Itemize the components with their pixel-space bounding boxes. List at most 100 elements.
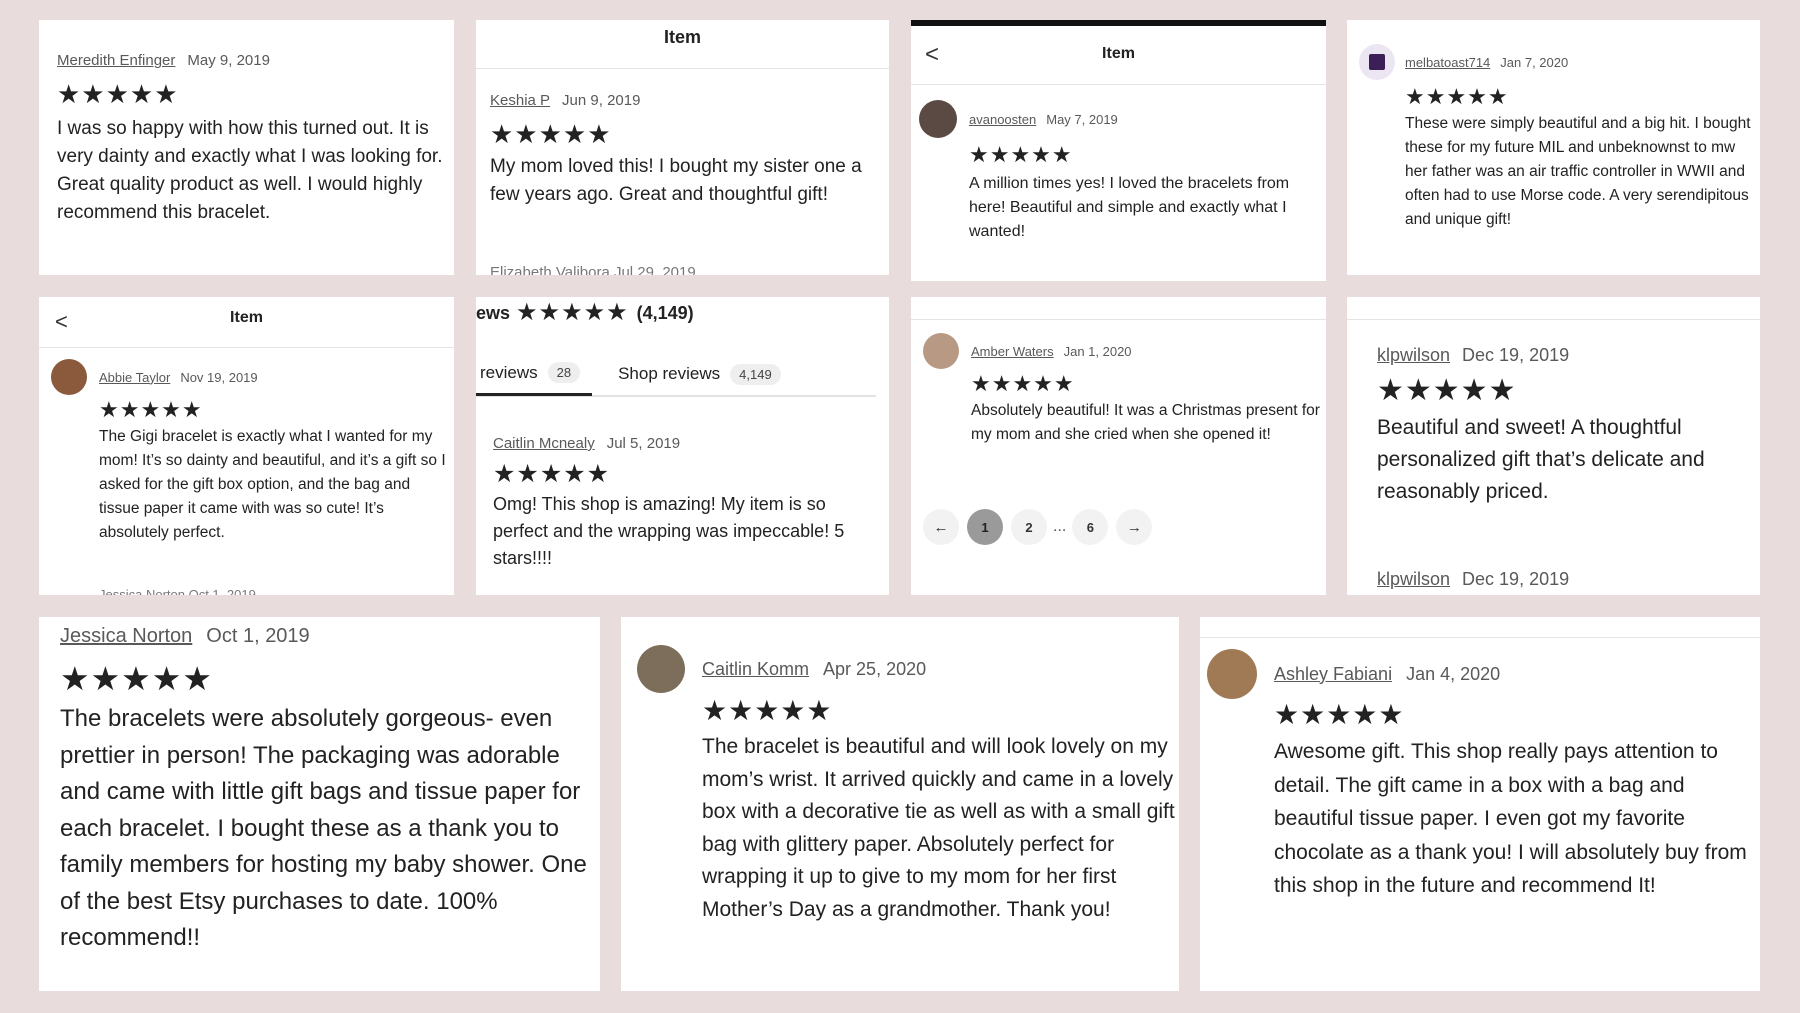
reviewer-name[interactable]: Amber Waters — [971, 344, 1054, 359]
tab-item-reviews[interactable]: reviews 28 — [476, 353, 593, 396]
star-rating: ★★★★★ — [1274, 699, 1405, 730]
review-date: Oct 1, 2019 — [206, 625, 310, 647]
review-date: Jan 7, 2020 — [1500, 54, 1569, 70]
review-text: A million times yes! I loved the bracele… — [969, 175, 1290, 240]
review-card-1: Meredith Enfinger May 9, 2019 ★★★★★ I wa… — [39, 20, 454, 275]
review-meta: Jessica Norton Oct 1, 2019 — [60, 625, 595, 648]
arrow-right-icon[interactable]: → — [1116, 509, 1153, 545]
review-meta: Amber Waters Jan 1, 2020 — [923, 333, 1323, 369]
star-rating: ★★★★★ — [60, 660, 213, 697]
star-rating: ★★★★★ — [516, 299, 629, 326]
review-date: Jun 9, 2019 — [562, 92, 641, 109]
page-button-2[interactable]: 2 — [1011, 509, 1047, 545]
reviewer-name[interactable]: Meredith Enfinger — [57, 52, 175, 69]
reviewer-name[interactable]: Caitlin Mcnealy — [493, 435, 595, 452]
page-title: Item — [230, 309, 263, 326]
avatar — [919, 100, 957, 138]
shopping-bag-icon — [1369, 54, 1385, 70]
page-ellipsis: ... — [1053, 518, 1067, 535]
review-text: The bracelet is beautiful and will look … — [702, 735, 1175, 921]
star-rating: ★★★★★ — [490, 119, 612, 149]
review-text: The Gigi bracelet is exactly what I want… — [99, 428, 446, 541]
page-button-6[interactable]: 6 — [1072, 509, 1109, 545]
star-rating: ★★★★★ — [971, 371, 1075, 396]
review-card-5: < Item Abbie Taylor Nov 19, 2019 ★★★★★ T… — [39, 297, 454, 595]
review-meta: Caitlin Komm Apr 25, 2020 — [637, 645, 1177, 693]
review-text: Beautiful and sweet! A thoughtful person… — [1377, 416, 1705, 503]
review-card-8: klpwilson Dec 19, 2019 ★★★★★ Beautiful a… — [1347, 297, 1760, 595]
review-card-11: Ashley Fabiani Jan 4, 2020 ★★★★★ Awesome… — [1200, 617, 1760, 991]
tab-shop-reviews[interactable]: Shop reviews 4,149 — [618, 354, 781, 394]
review-text: I was so happy with how this turned out.… — [57, 118, 443, 223]
star-rating: ★★★★★ — [702, 695, 833, 726]
page-header: < Item — [911, 26, 1326, 85]
review-text: My mom loved this! I bought my sister on… — [490, 156, 862, 205]
review-text: Absolutely beautiful! It was a Christmas… — [971, 402, 1320, 443]
page-header — [1200, 617, 1760, 638]
review-date: Dec 19, 2019 — [1462, 345, 1570, 365]
star-rating: ★★★★★ — [57, 79, 179, 109]
page-title: Item — [663, 27, 701, 47]
review-meta: avanoosten May 7, 2019 — [919, 100, 1319, 138]
tab-count: 4,149 — [730, 363, 781, 385]
review-meta: Caitlin Mcnealy Jul 5, 2019 — [493, 435, 883, 452]
avatar — [1207, 649, 1257, 699]
review-card-9: Jessica Norton Oct 1, 2019 ★★★★★ The bra… — [39, 617, 600, 991]
reviewer-name[interactable]: Abbie Taylor — [99, 370, 170, 385]
page-header: Item — [476, 20, 889, 69]
reviewer-name[interactable]: klpwilson — [1377, 569, 1450, 590]
review-date: May 9, 2019 — [187, 52, 270, 69]
review-card-7: Amber Waters Jan 1, 2020 ★★★★★ Absolutel… — [911, 297, 1326, 595]
chevron-left-icon[interactable]: < — [925, 27, 939, 83]
review-date: Nov 19, 2019 — [180, 369, 258, 385]
reviewer-name[interactable]: melbatoast714 — [1405, 55, 1490, 70]
reviewer-name[interactable]: Ashley Fabiani — [1274, 664, 1392, 685]
reviewer-name[interactable]: Caitlin Komm — [702, 659, 809, 680]
review-text: Omg! This shop is amazing! My item is so… — [493, 494, 845, 568]
reviewer-name[interactable]: avanoosten — [969, 112, 1036, 127]
review-meta: Abbie Taylor Nov 19, 2019 — [51, 359, 451, 395]
chevron-left-icon[interactable]: < — [55, 301, 68, 343]
review-card-10: Caitlin Komm Apr 25, 2020 ★★★★★ The brac… — [621, 617, 1179, 991]
page-header — [1347, 297, 1760, 320]
page-header — [911, 297, 1326, 320]
next-review-peek: klpwilson Dec 19, 2019 — [1377, 569, 1569, 590]
summary-count: (4,149) — [636, 302, 694, 323]
arrow-left-icon[interactable]: ← — [923, 509, 959, 545]
page-button-1[interactable]: 1 — [967, 509, 1003, 545]
avatar — [51, 359, 87, 395]
review-date: Jan 4, 2020 — [1406, 663, 1501, 684]
review-meta: Ashley Fabiani Jan 4, 2020 — [1207, 649, 1757, 699]
summary-label: ews — [476, 302, 511, 323]
tab-count: 28 — [547, 362, 581, 383]
avatar — [923, 333, 959, 369]
review-meta: Meredith Enfinger May 9, 2019 — [57, 52, 452, 69]
review-card-3: < Item avanoosten May 7, 2019 ★★★★★ A mi… — [911, 20, 1326, 281]
review-card-2: Item Keshia P Jun 9, 2019 ★★★★★ My mom l… — [476, 20, 889, 275]
review-text: These were simply beautiful and a big hi… — [1405, 115, 1751, 228]
review-date: Jan 1, 2020 — [1063, 343, 1132, 359]
review-meta: Keshia P Jun 9, 2019 — [490, 92, 889, 109]
review-card-6: ews ★★★★★ (4,149) reviews 28 Shop review… — [476, 297, 889, 595]
star-rating: ★★★★★ — [969, 142, 1073, 167]
star-rating: ★★★★★ — [99, 397, 203, 422]
review-text: The bracelets were absolutely gorgeous- … — [60, 705, 587, 951]
reviewer-name[interactable]: Jessica Norton — [60, 625, 192, 648]
review-date: Jul 5, 2019 — [606, 435, 681, 452]
review-card-4: melbatoast714 Jan 7, 2020 ★★★★★ These we… — [1347, 20, 1760, 275]
star-rating: ★★★★★ — [1405, 84, 1509, 109]
reviewer-name[interactable]: Keshia P — [490, 92, 550, 109]
next-review-peek: Jessica Norton Oct 1, 2019 — [99, 587, 256, 595]
review-meta: melbatoast714 Jan 7, 2020 — [1359, 44, 1754, 80]
page-title: Item — [1102, 45, 1135, 62]
reviewer-name[interactable]: klpwilson — [1377, 345, 1450, 366]
review-date: Dec 19, 2019 — [1462, 569, 1570, 589]
avatar — [1359, 44, 1395, 80]
page-header: < Item — [39, 297, 454, 348]
star-rating: ★★★★★ — [493, 460, 611, 488]
avatar — [637, 645, 685, 693]
review-summary: ews ★★★★★ (4,149) — [476, 301, 694, 325]
next-review-peek: Elizabeth Valibora Jul 29, 2019 — [490, 264, 696, 275]
review-meta: klpwilson Dec 19, 2019 — [1377, 345, 1757, 366]
review-text: Awesome gift. This shop really pays atte… — [1274, 740, 1747, 897]
